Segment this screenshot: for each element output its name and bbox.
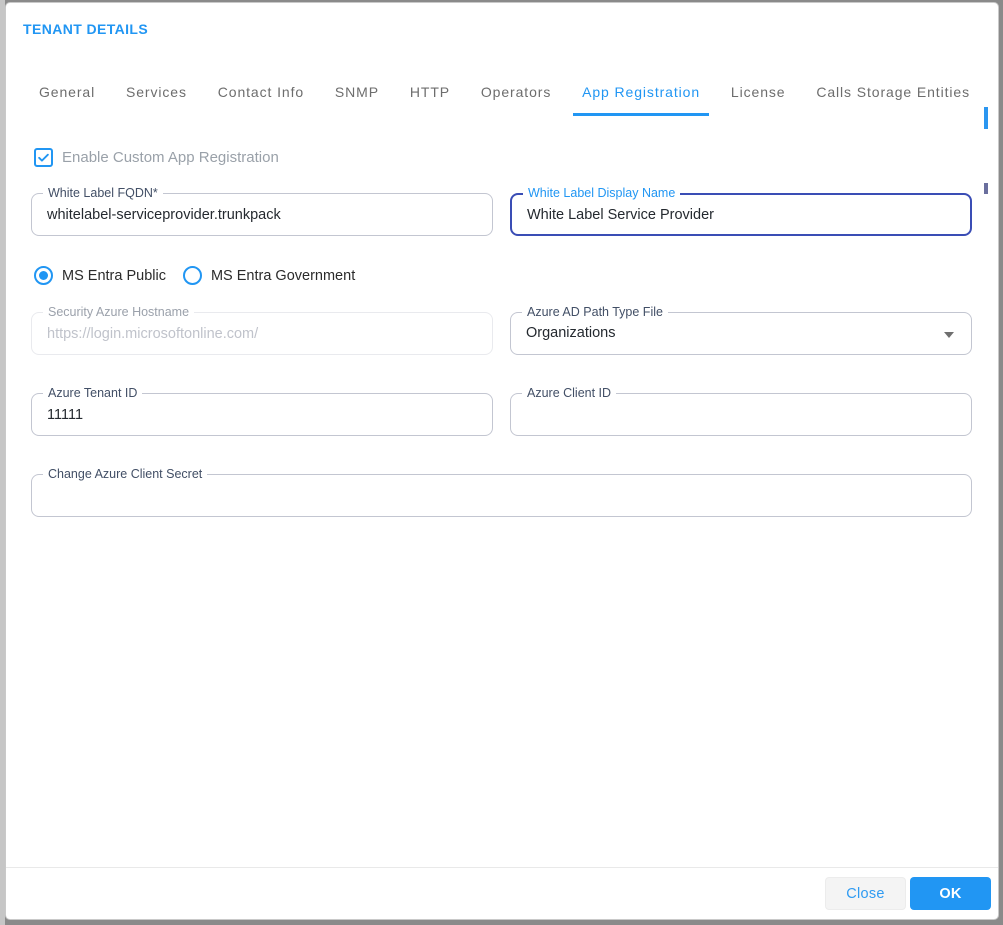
tab-http[interactable]: HTTP	[410, 68, 450, 116]
tab-contact-info[interactable]: Contact Info	[218, 68, 304, 116]
white-label-fqdn-label: White Label FQDN*	[43, 186, 163, 201]
azure-ad-path-type-label: Azure AD Path Type File	[522, 305, 668, 320]
tab-bar: General Services Contact Info SNMP HTTP …	[6, 68, 998, 116]
dropdown-arrow-icon[interactable]	[944, 332, 954, 338]
ms-entra-public-radio[interactable]	[34, 266, 53, 285]
tab-general[interactable]: General	[39, 68, 95, 116]
app-registration-panel: Enable Custom App Registration White Lab…	[6, 116, 998, 867]
ms-entra-radio-group: MS Entra Public MS Entra Government	[34, 266, 998, 285]
azure-tenant-id-label: Azure Tenant ID	[43, 386, 143, 401]
tab-license[interactable]: License	[731, 68, 786, 116]
tenant-details-dialog: TENANT DETAILS General Services Contact …	[5, 2, 999, 920]
dialog-footer: Close OK	[6, 867, 998, 919]
tab-services[interactable]: Services	[126, 68, 187, 116]
white-label-display-name-field: White Label Display Name	[510, 186, 972, 236]
scrollbar-mark-indigo	[984, 183, 988, 194]
ms-entra-government-label: MS Entra Government	[210, 267, 356, 284]
ms-entra-government-option[interactable]: MS Entra Government	[182, 266, 356, 285]
checkmark-icon	[38, 153, 49, 162]
ms-entra-public-label: MS Entra Public	[62, 267, 166, 284]
enable-custom-app-registration-label: Enable Custom App Registration	[62, 149, 279, 166]
azure-ad-path-type-field[interactable]: Azure AD Path Type File Organizations	[510, 305, 972, 355]
white-label-display-name-label: White Label Display Name	[523, 186, 681, 201]
close-button[interactable]: Close	[825, 877, 906, 910]
tab-calls-storage-entities[interactable]: Calls Storage Entities	[816, 68, 970, 116]
tab-app-registration[interactable]: App Registration	[573, 68, 709, 116]
scrollbar-mark-blue	[984, 107, 988, 129]
enable-custom-app-registration-checkbox[interactable]	[34, 148, 53, 167]
ms-entra-public-option[interactable]: MS Entra Public	[34, 266, 166, 285]
azure-client-id-label: Azure Client ID	[522, 386, 617, 401]
security-azure-hostname-label: Security Azure Hostname	[43, 305, 195, 320]
enable-custom-app-registration-row: Enable Custom App Registration	[34, 148, 998, 167]
ok-button[interactable]: OK	[910, 877, 991, 910]
ms-entra-government-radio[interactable]	[182, 266, 202, 285]
azure-tenant-id-field: Azure Tenant ID	[31, 386, 493, 436]
dialog-title: TENANT DETAILS	[23, 21, 149, 37]
change-azure-client-secret-label: Change Azure Client Secret	[43, 467, 208, 482]
security-azure-hostname-field: Security Azure Hostname	[31, 305, 493, 355]
change-azure-client-secret-field: Change Azure Client Secret	[31, 467, 972, 517]
white-label-fqdn-field: White Label FQDN*	[31, 186, 493, 236]
azure-client-id-field: Azure Client ID	[510, 386, 972, 436]
tab-snmp[interactable]: SNMP	[335, 68, 379, 116]
tab-operators[interactable]: Operators	[481, 68, 551, 116]
